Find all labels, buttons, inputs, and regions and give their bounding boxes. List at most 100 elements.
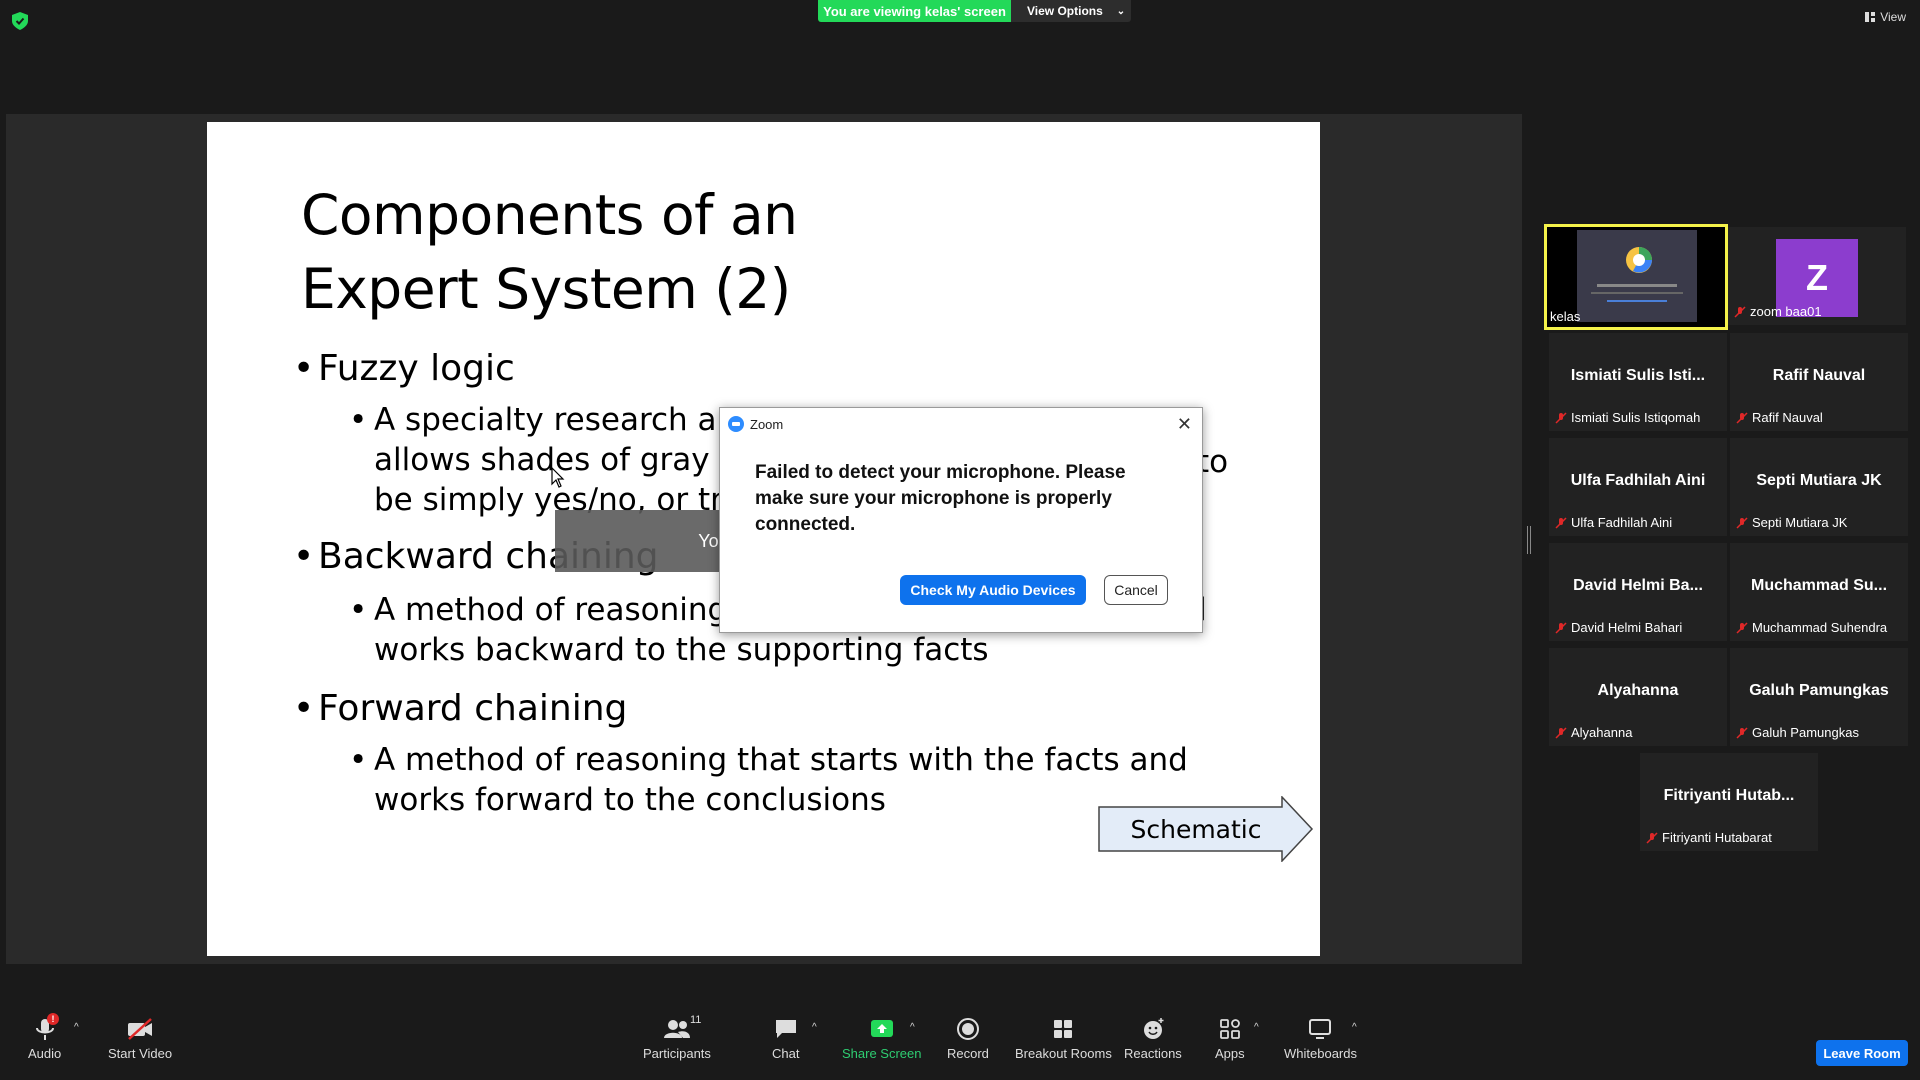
chat-options-caret[interactable]: ^ [812,1022,817,1033]
zoom-logo-icon [728,416,744,432]
slide-bullet: • Forward chaining [293,688,628,729]
audio-label: Audio [28,1046,62,1061]
share-options-caret[interactable]: ^ [910,1022,915,1033]
shield-icon[interactable] [12,12,28,30]
participant-video [1577,230,1697,322]
mic-muted-icon [1736,411,1748,424]
meeting-toolbar: Audio ! ^ Start Video Participants 11 Ch… [0,1006,1920,1080]
schematic-label: Schematic [1130,814,1262,844]
audio-options-caret[interactable]: ^ [74,1022,79,1033]
slide-sub-bullet: • A method of reasoning that starts with … [349,742,1188,818]
leave-room-button[interactable]: Leave Room [1816,1040,1908,1066]
participant-tile[interactable]: Ulfa Fadhilah Aini Ulfa Fadhilah Aini [1549,438,1727,536]
slide-sub-bullet-text: works forward to the conclusions [374,782,886,818]
mic-muted-icon [1734,305,1746,318]
view-options-label: View Options [1027,4,1103,18]
view-button[interactable]: View [1865,10,1906,24]
whiteboards-options-caret[interactable]: ^ [1352,1022,1357,1033]
breakout-rooms-icon [1054,1020,1073,1038]
panel-resize-handle[interactable] [1527,526,1531,554]
participant-name: Muchammad Su... [1750,577,1888,594]
participant-name: Fitriyanti Hutab... [1663,787,1795,804]
participant-tile[interactable]: David Helmi Ba... David Helmi Bahari [1549,543,1727,641]
slide-bullet-text: Forward chaining [318,688,628,729]
participant-label: zoom baa01 [1734,304,1822,319]
chat-button[interactable]: Chat [772,1016,799,1061]
participant-tile[interactable]: Galuh Pamungkas Galuh Pamungkas [1730,648,1908,746]
participant-label: Alyahanna [1555,725,1632,740]
dialog-title: Zoom [750,416,784,432]
share-screen-label: Share Screen [842,1046,922,1061]
close-icon[interactable]: ✕ [1177,414,1192,435]
record-label: Record [947,1046,989,1061]
mic-muted-icon [1555,411,1567,424]
schematic-arrow: Schematic [1098,796,1314,862]
manycam-logo-icon [1626,247,1652,273]
breakout-rooms-label: Breakout Rooms [1015,1046,1112,1061]
slide-title-line-2: Expert System (2) [301,257,791,321]
participant-tile[interactable]: Ismiati Sulis Isti... Ismiati Sulis Isti… [1549,333,1727,431]
participants-button[interactable]: Participants 11 [643,1014,711,1061]
participant-label: kelas [1550,309,1581,324]
breakout-rooms-button[interactable]: Breakout Rooms [1015,1016,1112,1061]
cancel-button[interactable]: Cancel [1104,575,1168,605]
dialog-message: Failed to detect your microphone. Please… [755,462,1126,535]
reactions-button[interactable]: Reactions [1124,1016,1182,1061]
viewing-banner: You are viewing kelas' screen [818,0,1011,22]
participant-name: Alyahanna [1597,682,1679,699]
check-audio-devices-button[interactable]: Check My Audio Devices [900,575,1086,605]
reactions-label: Reactions [1124,1046,1182,1061]
participant-tile[interactable]: Septi Mutiara JK Septi Mutiara JK [1730,438,1908,536]
slide-title: Components of an Expert System (2) [301,178,798,326]
slide-bullet-text: Fuzzy logic [318,348,515,389]
participant-label: Fitriyanti Hutabarat [1646,830,1772,845]
participant-tile[interactable]: kelas [1544,224,1728,330]
slide-sub-bullet-text: A method of reasoning that starts with t… [374,742,1188,778]
mic-muted-icon [1555,516,1567,529]
whiteboards-button[interactable]: Whiteboards [1284,1016,1357,1061]
apps-options-caret[interactable]: ^ [1254,1022,1259,1033]
mouse-cursor-icon [551,467,565,488]
participant-tile[interactable]: Alyahanna Alyahanna [1549,648,1727,746]
participant-label: Septi Mutiara JK [1736,515,1847,530]
whiteboards-label: Whiteboards [1284,1046,1357,1061]
view-options-button[interactable]: View Options ⌄ [1011,0,1131,22]
view-label: View [1880,10,1906,24]
slide-sub-bullet-text: allows shades of gray a [374,442,739,478]
participant-label: Muchammad Suhendra [1736,620,1887,635]
mic-muted-icon [1646,831,1658,844]
participant-tile[interactable]: Muchammad Su... Muchammad Suhendra [1730,543,1908,641]
record-button[interactable]: Record [947,1016,989,1061]
audio-button[interactable]: Audio ! [28,1013,62,1061]
participant-name: Galuh Pamungkas [1749,682,1889,699]
participants-label: Participants [643,1046,711,1061]
smiley-icon [1143,1018,1164,1039]
slide-sub-bullet-text: A specialty research ar [374,402,730,438]
microphone-error-dialog: Zoom ✕ Failed to detect your microphone.… [719,407,1203,633]
apps-button[interactable]: Apps [1215,1016,1245,1061]
participant-label: David Helmi Bahari [1555,620,1682,635]
participant-label: Rafif Nauval [1736,410,1823,425]
participant-name: Ulfa Fadhilah Aini [1570,472,1706,489]
record-icon [956,1018,979,1040]
mic-muted-icon [1736,726,1748,739]
participant-tile[interactable]: Fitriyanti Hutab... Fitriyanti Hutabarat [1640,753,1818,851]
participant-name: Rafif Nauval [1772,367,1866,384]
video-off-icon [128,1018,153,1040]
slide-sub-bullet: • A specialty research ar allows shades o… [349,402,739,518]
start-video-label: Start Video [108,1046,173,1061]
start-video-button[interactable]: Start Video [108,1016,172,1061]
mic-muted-icon [1736,621,1748,634]
participant-label: Ulfa Fadhilah Aini [1555,515,1672,530]
chat-icon [775,1020,796,1038]
participant-tile[interactable]: Z zoom baa01 [1728,227,1906,325]
participants-count: 11 [690,1014,702,1026]
participants-icon [663,1020,690,1038]
chat-label: Chat [772,1046,800,1061]
participant-label: Ismiati Sulis Istiqomah [1555,410,1700,425]
slide-title-line-1: Components of an [301,183,798,247]
participant-tile[interactable]: Rafif Nauval Rafif Nauval [1730,333,1908,431]
mic-muted-icon [1555,726,1567,739]
chevron-down-icon: ⌄ [1116,5,1126,17]
participant-label: Galuh Pamungkas [1736,725,1859,740]
